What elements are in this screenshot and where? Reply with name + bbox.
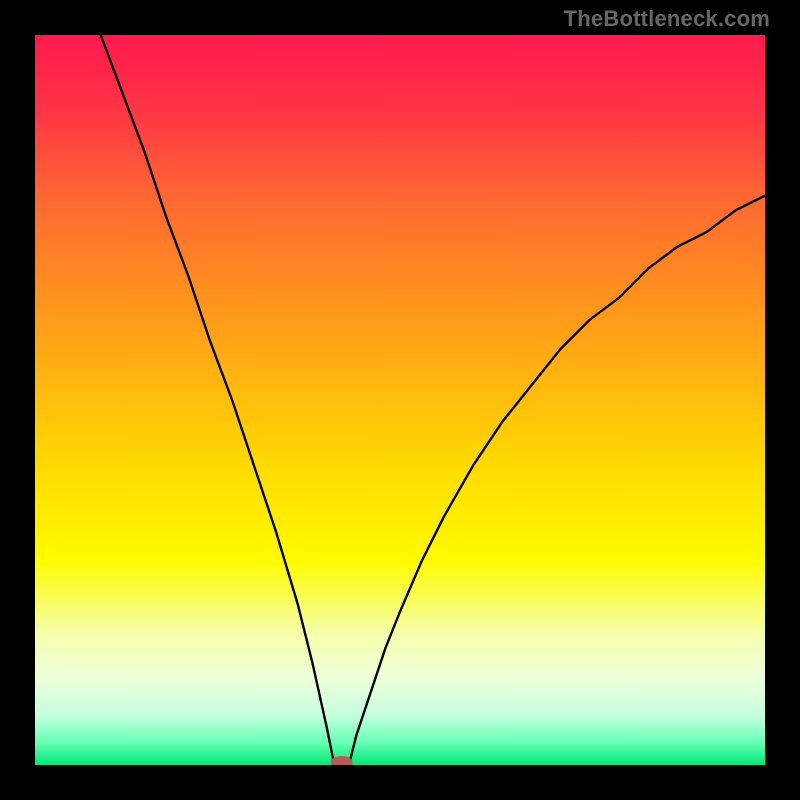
gradient-background: [35, 35, 765, 765]
chart-frame: TheBottleneck.com: [0, 0, 800, 800]
bottleneck-curve-chart: [35, 35, 765, 765]
watermark-text: TheBottleneck.com: [564, 6, 770, 32]
plot-area: [35, 35, 765, 765]
